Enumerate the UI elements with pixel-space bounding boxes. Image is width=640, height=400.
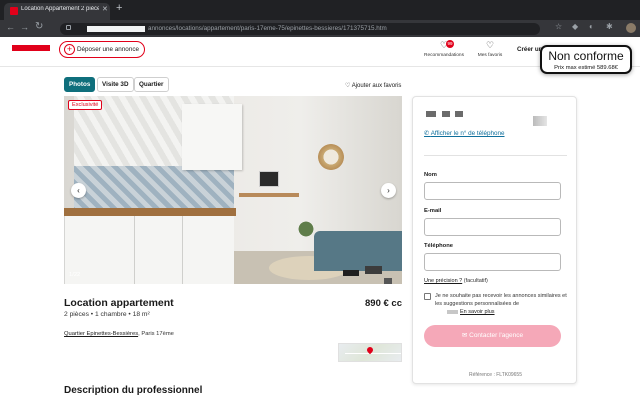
tab-photos[interactable]: Photos [64, 77, 96, 92]
photo-countertop [64, 208, 236, 216]
photo-next-button[interactable]: › [381, 183, 396, 198]
photo-backsplash [74, 166, 234, 214]
tab-visite-3d[interactable]: Visite 3D [97, 77, 134, 92]
redacted-domain [87, 26, 145, 32]
exclusive-badge: Exclusivité [68, 100, 103, 110]
back-icon[interactable]: ← [6, 22, 15, 32]
photo-lower-cabinets [64, 216, 234, 284]
consent-checkbox[interactable] [424, 293, 431, 300]
photo-cabinet-seam [134, 216, 135, 284]
email-label: E-mail [424, 208, 442, 214]
location-minimap[interactable] [338, 343, 402, 362]
extension-icon[interactable]: ◐ [589, 22, 594, 31]
reload-icon[interactable]: ↻ [35, 21, 43, 32]
agency-logo [533, 116, 547, 126]
post-ad-label: Déposer une annonce [77, 46, 139, 53]
listing-city: , Paris 17ème [138, 331, 174, 337]
description-title: Description du professionnel [64, 385, 203, 396]
contact-agency-button[interactable]: ✉ Contacter l'agence [424, 325, 561, 347]
precision-optional: (facultatif) [462, 278, 488, 284]
redacted-agency-name [426, 111, 436, 117]
neighborhood-link[interactable]: Quartier Epinettes-Bessières [64, 331, 138, 337]
photo-counter: 1/22 [69, 272, 81, 278]
tab-title: Location Appartement 2 pièces [21, 6, 99, 12]
listing-location: Quartier Epinettes-Bessières, Paris 17èm… [64, 331, 174, 337]
listing-reference: Référence : FLTK09655 [469, 372, 522, 378]
compliance-title: Non conforme [548, 49, 624, 63]
browser-toolbar: ← → ↻ annonces/locations/appartement/par… [0, 20, 640, 37]
photo-prev-button[interactable]: ‹ [71, 183, 86, 198]
photo-plant [296, 214, 316, 244]
create-account-link[interactable]: Créer un [517, 46, 542, 53]
lock-icon [66, 25, 71, 30]
forward-icon[interactable]: → [20, 22, 29, 32]
listing-photo[interactable] [64, 96, 402, 284]
heart-icon: ♡ [485, 40, 495, 50]
recommendations-label: Recommandations [424, 53, 464, 58]
post-ad-button[interactable]: + Déposer une annonce [59, 41, 145, 58]
photo-cabinet-seam [182, 216, 183, 284]
heart-icon: ♡ [345, 83, 352, 89]
listing-details: 2 pièces • 1 chambre • 18 m² [64, 311, 150, 318]
browser-tabbar: Location Appartement 2 pièces ✕ + [0, 0, 640, 20]
listing-title: Location appartement [64, 297, 174, 309]
plus-icon: + [64, 44, 75, 55]
compliance-subtitle: Prix max estimé 589.68€ [554, 65, 618, 71]
redacted-watermark [343, 270, 359, 276]
redacted-agency-name [455, 111, 463, 117]
photo-monitor [259, 171, 279, 187]
price-compliance-badge: Non conforme Prix max estimé 589.68€ [540, 45, 632, 74]
bell-icon: ♡ [439, 40, 449, 50]
precision-link[interactable]: Une précision ? (facultatif) [424, 278, 488, 284]
extension-icon[interactable]: ◆ [572, 22, 578, 31]
phone-label: Téléphone [424, 243, 453, 249]
redacted-agency-name [442, 111, 450, 117]
recommendations-count-badge: 99 [446, 40, 454, 48]
map-road [345, 353, 401, 354]
extensions-puzzle-icon[interactable]: ✱ [606, 22, 613, 31]
show-phone-link[interactable]: ✆ Afficher le n° de téléphone [424, 130, 505, 137]
site-favicon-icon [10, 7, 18, 15]
site-logo[interactable] [12, 45, 50, 51]
redacted-brand [447, 310, 458, 314]
divider [424, 155, 567, 156]
photo-mirror [318, 144, 344, 170]
browser-tab[interactable]: Location Appartement 2 pièces ✕ [4, 3, 110, 20]
show-phone-label: Afficher le n° de téléphone [430, 130, 505, 137]
add-favorite-link[interactable]: ♡ Ajouter aux favoris [345, 82, 401, 89]
tab-quartier[interactable]: Quartier [134, 77, 169, 92]
listing-price: 890 € cc [365, 298, 402, 309]
add-favorite-label: Ajouter aux favoris [351, 83, 402, 89]
tab-close-icon[interactable]: ✕ [102, 5, 108, 13]
redacted-watermark [384, 278, 392, 284]
contact-panel: ✆ Afficher le n° de téléphone Nom E-mail… [412, 96, 577, 384]
recommendations-link[interactable]: ♡ Recommandations [422, 40, 466, 58]
favorites-label: Mes favoris [477, 53, 503, 58]
photo-desk [239, 193, 299, 197]
photo-upper-cabinet [182, 104, 242, 170]
phone-icon: ✆ [424, 130, 431, 137]
redacted-watermark [365, 266, 382, 274]
address-url: annonces/locations/appartement/paris-17e… [148, 25, 387, 32]
contact-agency-label: Contacter l'agence [469, 332, 524, 339]
learn-more-link[interactable]: En savoir plus [460, 309, 495, 315]
consent-text: Je ne souhaite pas recevoir les annonces… [435, 293, 567, 307]
new-tab-icon[interactable]: + [116, 2, 122, 14]
phone-field[interactable] [424, 253, 561, 271]
name-label: Nom [424, 172, 437, 178]
photo-sofa [314, 231, 402, 271]
precision-link-label: Une précision ? [424, 278, 463, 284]
email-field[interactable] [424, 218, 561, 236]
star-icon[interactable]: ☆ [555, 22, 562, 31]
favorites-link[interactable]: ♡ Mes favoris [476, 40, 504, 58]
profile-avatar[interactable] [626, 23, 636, 33]
address-bar[interactable]: annonces/locations/appartement/paris-17e… [60, 23, 540, 35]
name-field[interactable] [424, 182, 561, 200]
